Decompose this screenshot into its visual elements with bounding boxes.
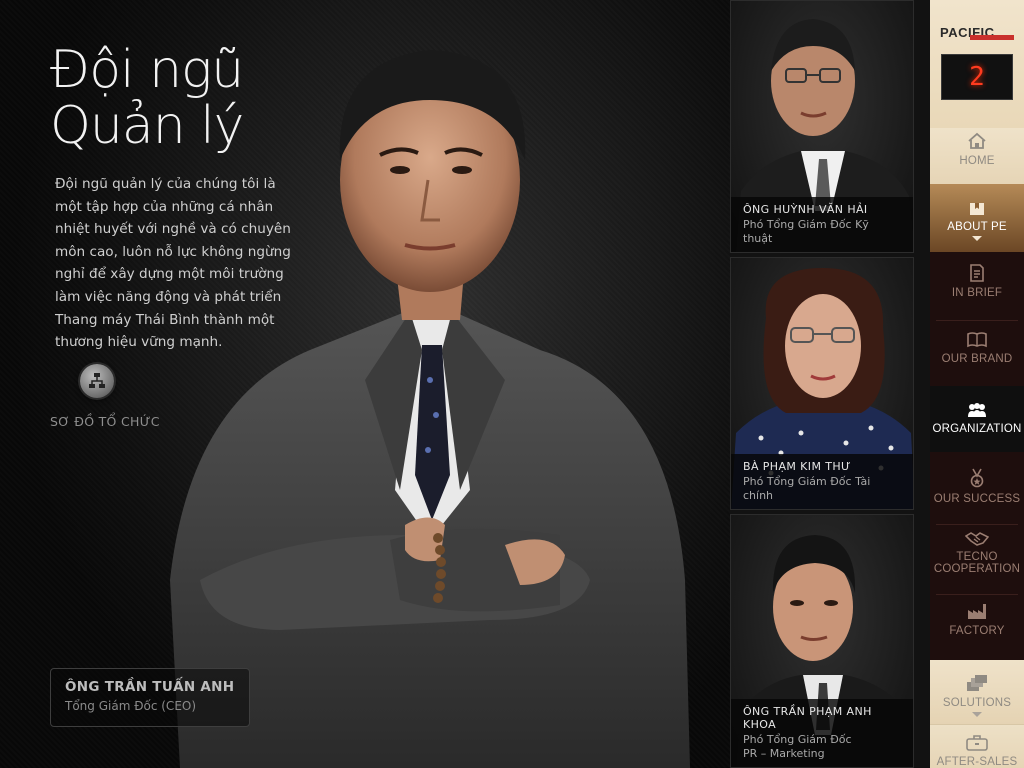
logo-underline-bar xyxy=(970,35,1014,40)
page-title: Đội ngũ Quản lý xyxy=(50,42,330,154)
nav-home-label: HOME xyxy=(959,155,995,167)
nav-our-brand[interactable]: OUR BRAND xyxy=(930,332,1024,384)
nav-divider xyxy=(936,524,1018,525)
nav-in-brief-label: IN BRIEF xyxy=(951,287,1003,299)
hero-section: Đội ngũ Quản lý Đội ngũ quản lý của chún… xyxy=(0,0,730,768)
nav-tecno-label-line1: TECNO xyxy=(956,551,998,563)
member-caption: ÔNG HUỲNH VĂN HẢI Phó Tổng Giám Đốc Kỹ t… xyxy=(731,197,913,252)
pacific-logo[interactable]: PACIFIC xyxy=(940,22,1014,40)
nav-solutions-label: SOLUTIONS xyxy=(942,697,1012,709)
member-caption: BÀ PHẠM KIM THƯ Phó Tổng Giám Đốc Tài ch… xyxy=(731,454,913,509)
team-member-card[interactable]: BÀ PHẠM KIM THƯ Phó Tổng Giám Đốc Tài ch… xyxy=(730,257,914,510)
toolbox-icon xyxy=(966,735,988,751)
chevron-down-icon xyxy=(972,236,982,241)
ceo-name: ÔNG TRẦN TUẤN ANH xyxy=(65,679,235,695)
nav-divider xyxy=(936,594,1018,595)
home-icon xyxy=(968,132,986,149)
org-chart-icon xyxy=(89,373,105,388)
right-nav: PACIFIC 2 HOME ABOUT PE IN BRIEF OUR BRA… xyxy=(930,0,1024,768)
ceo-card: ÔNG TRẦN TUẤN ANH Tổng Giám Đốc (CEO) xyxy=(50,668,250,727)
nav-factory-label: FACTORY xyxy=(949,625,1005,637)
nav-home[interactable]: HOME xyxy=(930,128,1024,184)
logo-area: PACIFIC 2 xyxy=(930,0,1024,128)
ceo-role: Tổng Giám Đốc (CEO) xyxy=(65,699,197,713)
nav-about-pe[interactable]: ABOUT PE xyxy=(930,184,1024,252)
member-caption: ÔNG TRẦN PHẠM ANH KHOA Phó Tổng Giám Đốc… xyxy=(731,699,913,767)
nav-solutions[interactable]: SOLUTIONS xyxy=(930,660,1024,724)
org-chart-label[interactable]: SƠ ĐỒ TỔ CHỨC xyxy=(50,414,160,429)
layers-icon xyxy=(967,675,987,691)
member-role-line2: PR – Marketing xyxy=(743,747,825,760)
nav-after-sales[interactable]: AFTER-SALES xyxy=(930,724,1024,768)
member-name: ÔNG TRẦN PHẠM ANH KHOA xyxy=(743,705,872,731)
nav-our-success[interactable]: OUR SUCCESS xyxy=(930,468,1024,520)
member-role: Phó Tổng Giám Đốc xyxy=(743,733,852,746)
nav-after-sales-label: AFTER-SALES xyxy=(936,756,1018,768)
member-role: Phó Tổng Giám Đốc Kỹ thuật xyxy=(743,218,869,245)
medal-icon xyxy=(970,468,984,488)
nav-our-brand-label: OUR BRAND xyxy=(941,353,1013,365)
team-member-card[interactable]: ÔNG TRẦN PHẠM ANH KHOA Phó Tổng Giám Đốc… xyxy=(730,514,914,768)
member-name: ÔNG HUỲNH VĂN HẢI xyxy=(743,203,868,216)
factory-icon xyxy=(968,604,986,619)
nav-tecno-cooperation[interactable]: TECNO COOPERATION xyxy=(930,530,1024,586)
page-title-line2: Quản lý xyxy=(50,96,244,156)
member-role: Phó Tổng Giám Đốc Tài chính xyxy=(743,475,871,502)
open-book-icon xyxy=(967,332,987,348)
nav-organization[interactable]: ORGANIZATION xyxy=(930,386,1024,452)
member-name: BÀ PHẠM KIM THƯ xyxy=(743,460,851,473)
book-icon xyxy=(970,203,984,215)
intro-paragraph: Đội ngũ quản lý của chúng tôi là một tập… xyxy=(55,176,291,351)
document-icon xyxy=(970,264,984,282)
nav-tecno-label-line2: COOPERATION xyxy=(933,563,1021,575)
people-icon xyxy=(968,403,986,417)
team-column: ÔNG HUỲNH VĂN HẢI Phó Tổng Giám Đốc Kỹ t… xyxy=(730,0,930,768)
team-member-card[interactable]: ÔNG HUỲNH VĂN HẢI Phó Tổng Giám Đốc Kỹ t… xyxy=(730,0,914,253)
nav-factory[interactable]: FACTORY xyxy=(930,602,1024,650)
nav-divider xyxy=(936,320,1018,321)
chevron-down-icon xyxy=(972,712,982,717)
nav-in-brief[interactable]: IN BRIEF xyxy=(930,264,1024,316)
org-chart-button[interactable] xyxy=(80,364,114,398)
page-title-line1: Đội ngũ xyxy=(50,40,244,100)
floor-indicator: 2 xyxy=(941,54,1013,100)
handshake-icon xyxy=(965,532,989,546)
nav-about-pe-label: ABOUT PE xyxy=(947,221,1007,233)
nav-organization-label: ORGANIZATION xyxy=(932,423,1022,435)
nav-our-success-label: OUR SUCCESS xyxy=(933,493,1021,505)
